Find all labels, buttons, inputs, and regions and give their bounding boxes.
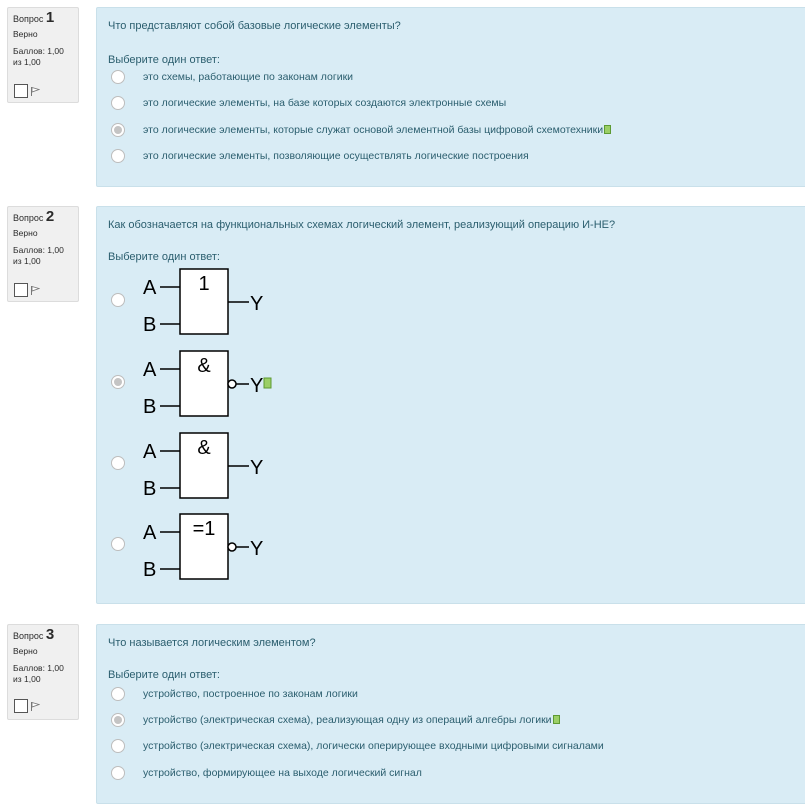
- answer-radio[interactable]: [111, 687, 125, 701]
- gate-output: Y: [250, 457, 263, 479]
- flag-question[interactable]: [14, 84, 40, 98]
- answer-prompt: Выберите один ответ:: [108, 54, 220, 66]
- gate-input-a: A: [143, 522, 157, 544]
- flag-icon[interactable]: [30, 285, 40, 296]
- answer-option[interactable]: это логические элементы, на базе которых…: [111, 96, 506, 110]
- answer-radio-selected[interactable]: [111, 375, 125, 389]
- question-info: Вопрос 1 Верно Баллов: 1,00 из 1,00: [7, 7, 79, 103]
- answer-option[interactable]: [111, 375, 125, 389]
- question-number: Вопрос 1: [13, 9, 55, 26]
- answer-option[interactable]: это логические элементы, которые служат …: [111, 123, 612, 137]
- flag-checkbox[interactable]: [14, 283, 28, 297]
- answer-option[interactable]: это схемы, работающие по законам логики: [111, 70, 353, 84]
- flag-question[interactable]: [14, 283, 40, 297]
- question-info: Вопрос 3 Верно Баллов: 1,00 из 1,00: [7, 624, 79, 720]
- gate-symbol: &: [197, 355, 211, 377]
- question-content: Как обозначается на функциональных схема…: [96, 206, 805, 604]
- logic-gate-diagram: & A B Y: [139, 431, 279, 506]
- flag-icon[interactable]: [30, 701, 40, 712]
- gate-input-a: A: [143, 277, 157, 299]
- answer-radio[interactable]: [111, 739, 125, 753]
- answer-option[interactable]: [111, 537, 125, 551]
- flag-question[interactable]: [14, 699, 40, 713]
- correct-check-icon: [604, 125, 612, 134]
- question-state: Верно: [13, 228, 38, 238]
- question-text: Что представляют собой базовые логически…: [108, 20, 401, 32]
- correct-check-icon: [263, 377, 272, 389]
- answer-text: устройство, построенное по законам логик…: [143, 688, 358, 700]
- answer-radio[interactable]: [111, 456, 125, 470]
- logic-gate-diagram: =1 A B Y: [139, 512, 279, 587]
- gate-input-b: B: [143, 559, 156, 581]
- gate-input-a: A: [143, 359, 157, 381]
- answer-text: это логические элементы, на базе которых…: [143, 97, 507, 109]
- question-grade: Баллов: 1,00 из 1,00: [13, 46, 64, 67]
- answer-radio-selected[interactable]: [111, 123, 125, 137]
- gate-symbol: 1: [198, 273, 209, 295]
- question-number: Вопрос 2: [13, 208, 55, 225]
- answer-radio[interactable]: [111, 149, 125, 163]
- answer-option[interactable]: [111, 293, 125, 307]
- answer-option[interactable]: устройство (электрическая схема), логиче…: [111, 739, 604, 753]
- answer-text: это логические элементы, позволяющие осу…: [143, 150, 529, 162]
- gate-output: Y: [250, 293, 263, 315]
- question-grade: Баллов: 1,00 из 1,00: [13, 663, 64, 684]
- gate-output: Y: [250, 538, 263, 560]
- question-text: Что называется логическим элементом?: [108, 637, 316, 649]
- answer-text: это схемы, работающие по законам логики: [143, 71, 354, 83]
- logic-gate-diagram: & A B Y: [139, 349, 279, 424]
- question-number: Вопрос 3: [13, 626, 55, 643]
- flag-checkbox[interactable]: [14, 699, 28, 713]
- answer-text: это логические элементы, которые служат …: [143, 124, 612, 136]
- answer-prompt: Выберите один ответ:: [108, 669, 220, 681]
- gate-symbol: =1: [193, 518, 216, 540]
- answer-radio[interactable]: [111, 766, 125, 780]
- flag-checkbox[interactable]: [14, 84, 28, 98]
- answer-text: устройство (электрическая схема), реализ…: [143, 714, 560, 726]
- logic-gate-diagram: 1 A B Y: [139, 267, 279, 342]
- gate-symbol: &: [197, 437, 211, 459]
- gate-output: Y: [250, 375, 263, 397]
- answer-radio[interactable]: [111, 293, 125, 307]
- correct-check-icon: [552, 715, 560, 724]
- answer-prompt: Выберите один ответ:: [108, 251, 220, 263]
- gate-input-b: B: [143, 478, 156, 500]
- answer-text: устройство, формирующее на выходе логиче…: [143, 767, 422, 779]
- question-state: Верно: [13, 646, 38, 656]
- answer-radio-selected[interactable]: [111, 713, 125, 727]
- answer-radio[interactable]: [111, 96, 125, 110]
- question-info: Вопрос 2 Верно Баллов: 1,00 из 1,00: [7, 206, 79, 302]
- answer-text: устройство (электрическая схема), логиче…: [143, 740, 604, 752]
- flag-icon[interactable]: [30, 86, 40, 97]
- question-state: Верно: [13, 29, 38, 39]
- answer-radio[interactable]: [111, 70, 125, 84]
- question-content: Что представляют собой базовые логически…: [96, 7, 805, 187]
- answer-option[interactable]: устройство, построенное по законам логик…: [111, 687, 358, 701]
- answer-option[interactable]: это логические элементы, позволяющие осу…: [111, 149, 529, 163]
- answer-option[interactable]: устройство (электрическая схема), реализ…: [111, 713, 560, 727]
- answer-option[interactable]: [111, 456, 125, 470]
- gate-input-a: A: [143, 441, 157, 463]
- answer-radio[interactable]: [111, 537, 125, 551]
- question-content: Что называется логическим элементом? Выб…: [96, 624, 805, 804]
- question-text: Как обозначается на функциональных схема…: [108, 219, 616, 231]
- question-grade: Баллов: 1,00 из 1,00: [13, 245, 64, 266]
- answer-option[interactable]: устройство, формирующее на выходе логиче…: [111, 766, 422, 780]
- gate-input-b: B: [143, 314, 156, 336]
- gate-input-b: B: [143, 396, 156, 418]
